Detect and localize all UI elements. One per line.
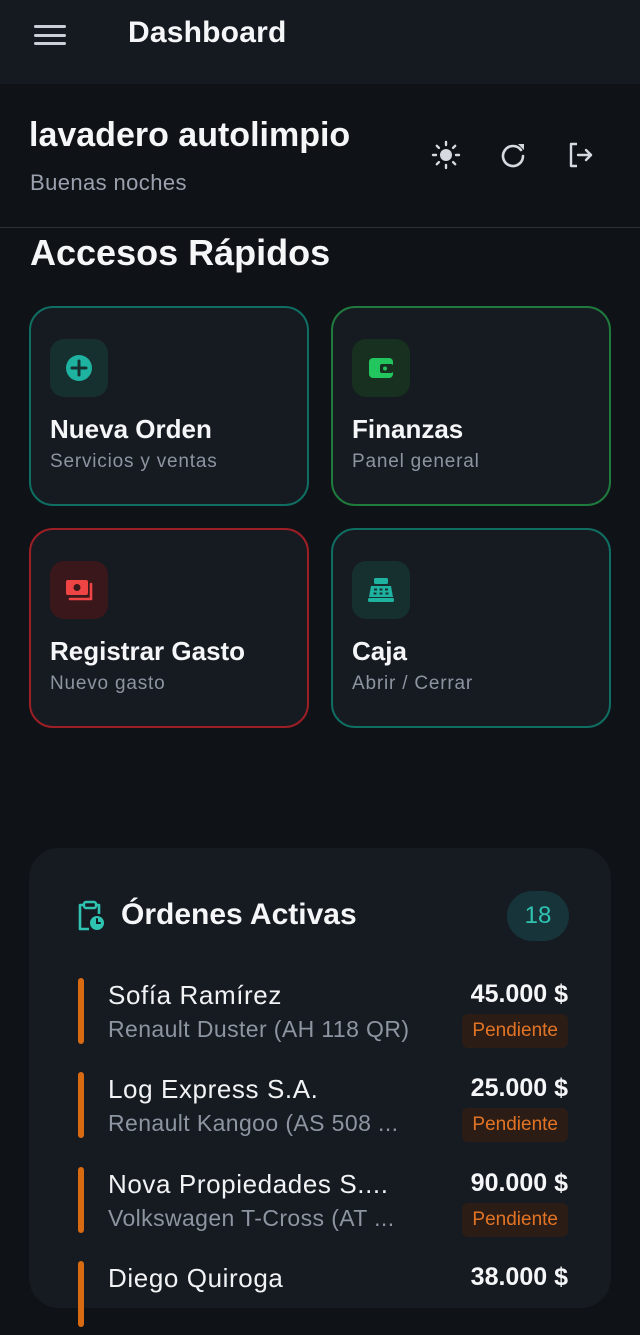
clipboard-clock-icon xyxy=(75,900,105,937)
dashboard-header: lavadero autolimpio Buenas noches xyxy=(0,84,640,228)
vehicle-info: Renault Kangoo (AS 508 ... xyxy=(108,1110,399,1136)
card-subtitle: Nuevo gasto xyxy=(50,673,166,694)
status-indicator-bar xyxy=(78,1261,84,1327)
status-badge: Pendiente xyxy=(462,1203,568,1237)
logout-icon[interactable] xyxy=(563,138,597,172)
money-icon xyxy=(50,561,108,619)
order-price: 45.000 $ xyxy=(470,980,568,1008)
card-subtitle: Panel general xyxy=(352,451,480,472)
new-order-card[interactable]: Nueva Orden Servicios y ventas xyxy=(29,306,309,506)
customer-name: Sofía Ramírez xyxy=(108,980,282,1010)
active-orders-title: Órdenes Activas xyxy=(121,898,357,931)
status-badge: Pendiente xyxy=(462,1108,568,1142)
vehicle-info: Volkswagen T-Cross (AT ... xyxy=(108,1205,395,1231)
card-subtitle: Abrir / Cerrar xyxy=(352,673,473,694)
card-title: Finanzas xyxy=(352,414,464,444)
organization-name: lavadero autolimpio xyxy=(29,116,351,154)
card-title: Registrar Gasto xyxy=(50,636,246,666)
sun-icon[interactable] xyxy=(429,138,463,172)
active-orders-panel: Órdenes Activas 18 Sofía Ramírez Renault… xyxy=(29,848,611,1327)
status-indicator-bar xyxy=(78,1167,84,1233)
finances-card[interactable]: Finanzas Panel general xyxy=(331,306,611,506)
wallet-icon xyxy=(352,339,410,397)
orders-count-badge: 18 xyxy=(507,891,569,941)
top-app-bar: Dashboard xyxy=(0,0,640,84)
order-row[interactable]: Diego Quiroga 38.000 $ xyxy=(78,1259,568,1335)
order-row[interactable]: Nova Propiedades S.... Volkswagen T-Cros… xyxy=(78,1165,568,1241)
customer-name: Diego Quiroga xyxy=(108,1263,284,1293)
status-badge: Pendiente xyxy=(462,1014,568,1048)
order-price: 38.000 $ xyxy=(470,1263,568,1291)
card-subtitle: Servicios y ventas xyxy=(50,451,218,472)
order-price: 25.000 $ xyxy=(470,1074,568,1102)
plus-circle-icon xyxy=(50,339,108,397)
cash-register-icon xyxy=(352,561,410,619)
card-title: Nueva Orden xyxy=(50,414,212,444)
greeting-text: Buenas noches xyxy=(30,170,187,195)
order-price: 90.000 $ xyxy=(470,1169,568,1197)
customer-name: Nova Propiedades S.... xyxy=(108,1169,389,1199)
page-title: Dashboard xyxy=(128,16,287,49)
status-indicator-bar xyxy=(78,978,84,1044)
card-title: Caja xyxy=(352,636,407,666)
hamburger-menu-icon[interactable] xyxy=(34,22,66,48)
order-row[interactable]: Log Express S.A. Renault Kangoo (AS 508 … xyxy=(78,1070,568,1146)
vehicle-info: Renault Duster (AH 118 QR) xyxy=(108,1016,410,1042)
refresh-icon[interactable] xyxy=(496,138,530,172)
status-indicator-bar xyxy=(78,1072,84,1138)
quick-access-title: Accesos Rápidos xyxy=(30,232,331,273)
customer-name: Log Express S.A. xyxy=(108,1074,319,1104)
cash-register-card[interactable]: Caja Abrir / Cerrar xyxy=(331,528,611,728)
register-expense-card[interactable]: Registrar Gasto Nuevo gasto xyxy=(29,528,309,728)
order-row[interactable]: Sofía Ramírez Renault Duster (AH 118 QR)… xyxy=(78,976,568,1052)
